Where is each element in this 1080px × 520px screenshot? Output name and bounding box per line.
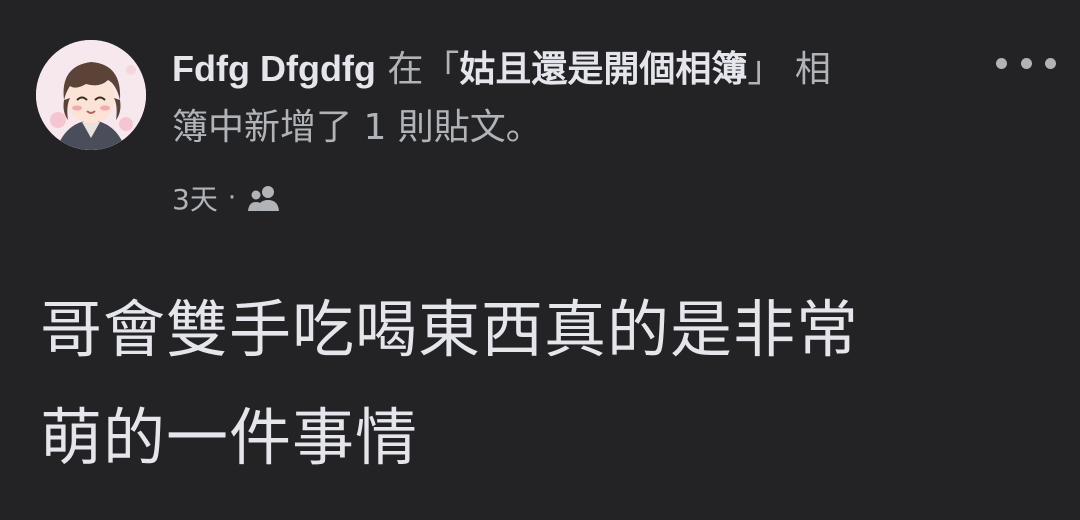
action-text-line1: 相: [794, 49, 831, 90]
more-dot-icon: [996, 57, 1007, 69]
author-avatar[interactable]: [36, 40, 146, 150]
connector-text: 在: [387, 49, 424, 90]
post-meta: 3天 ·: [172, 178, 282, 218]
more-dot-icon: [1020, 57, 1032, 69]
friends-icon[interactable]: [246, 183, 282, 213]
post-body-text: 哥會雙手吃喝東西真的是非常 萌的一件事情: [40, 276, 1040, 492]
bracket-open: 「: [423, 49, 460, 90]
more-dot-icon: [1045, 57, 1056, 69]
author-name[interactable]: Fdfg Dfgdfg: [172, 48, 376, 89]
avatar-image: [36, 40, 146, 150]
action-text-line2: 簿中新增了 1 則貼文。: [172, 107, 542, 148]
timestamp[interactable]: 3天: [172, 178, 218, 218]
post-body-line: 萌的一件事情: [40, 401, 419, 474]
post-card: Fdfg Dfgdfg 在「姑且還是開個相簿」 相 簿中新增了 1 則貼文。 3…: [0, 0, 1080, 520]
album-link[interactable]: 姑且還是開個相簿: [459, 49, 747, 90]
post-header: Fdfg Dfgdfg 在「姑且還是開個相簿」 相 簿中新增了 1 則貼文。: [172, 40, 952, 157]
bracket-close: 」: [747, 49, 784, 90]
more-options-button[interactable]: [996, 48, 1056, 78]
post-body-line: 哥會雙手吃喝東西真的是非常: [40, 293, 860, 366]
meta-separator: ·: [227, 183, 237, 213]
